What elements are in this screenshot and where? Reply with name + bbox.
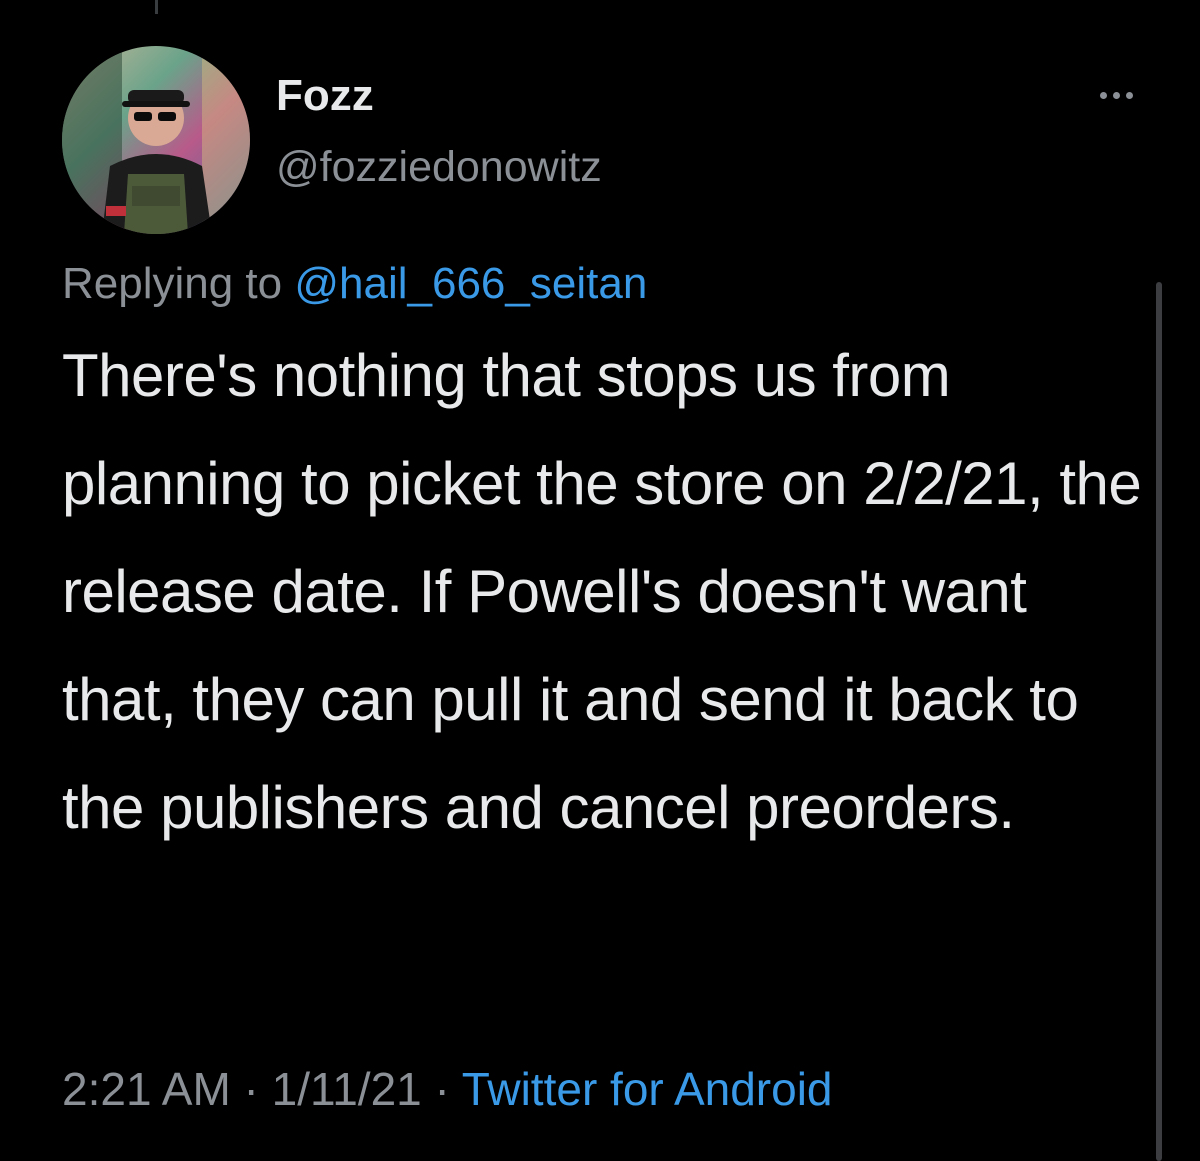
thread-connector-line (155, 0, 158, 14)
meta-separator: · (230, 1063, 272, 1115)
scrollbar[interactable] (1156, 282, 1162, 1161)
avatar-image (62, 46, 250, 234)
more-dot (1125, 91, 1133, 99)
replying-to-link[interactable]: @hail_666_seitan (294, 259, 647, 308)
tweet-meta: 2:21 AM · 1/11/21 · Twitter for Android (62, 1066, 833, 1112)
meta-separator: · (421, 1063, 462, 1115)
replying-to-label: Replying to (62, 259, 295, 308)
tweet-text: There's nothing that stops us from plann… (62, 342, 1142, 841)
avatar[interactable] (62, 46, 250, 234)
tweet-time[interactable]: 2:21 AM (62, 1063, 231, 1115)
replying-to: Replying to @hail_666_seitan (62, 262, 647, 306)
author-display-name[interactable]: Fozz (276, 74, 374, 118)
more-options-icon[interactable] (1092, 80, 1140, 110)
more-dot (1112, 91, 1120, 99)
more-dot (1099, 91, 1107, 99)
tweet-source-link[interactable]: Twitter for Android (462, 1063, 833, 1115)
tweet-date[interactable]: 1/11/21 (272, 1063, 422, 1115)
author-handle[interactable]: @fozziedonowitz (276, 146, 602, 189)
